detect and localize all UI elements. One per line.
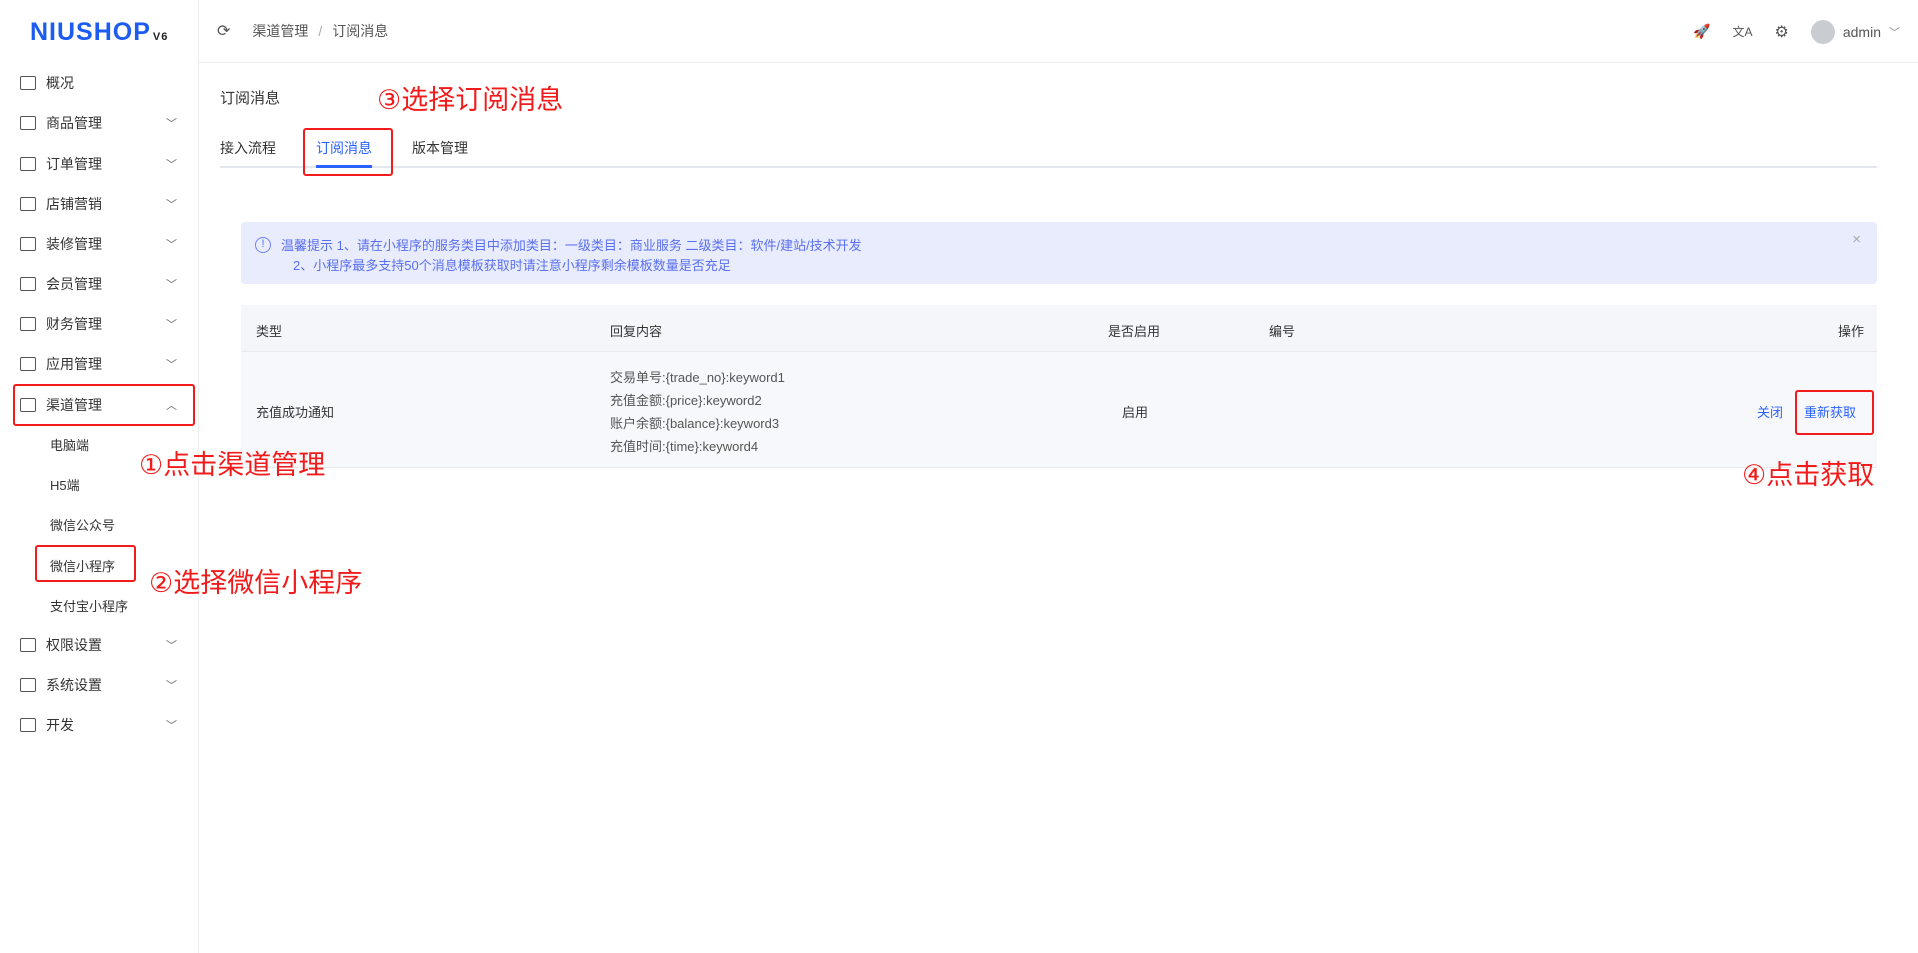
- sidebar-item[interactable]: 系统设置 ﹀: [0, 665, 199, 705]
- user-menu[interactable]: admin ﹀: [1810, 19, 1900, 44]
- username: admin: [1842, 23, 1881, 40]
- sidebar-item[interactable]: 开发 ﹀: [0, 705, 199, 745]
- tabs-divider: [220, 166, 1877, 168]
- chevron-icon: ﹀: [166, 279, 177, 291]
- tip-line-2: 2、小程序最多支持50个消息模板获取时请注意小程序剩余模板数量是否充足: [293, 258, 731, 273]
- annotation-step4: ④点击获取: [1742, 460, 1875, 490]
- sidebar-item-label: 订单管理: [46, 156, 102, 172]
- settings-icon: [20, 678, 36, 692]
- sidebar-item-label: 系统设置: [46, 677, 102, 693]
- annotation-step2: ②选择微信小程序: [149, 568, 363, 598]
- chevron-icon: ﹀: [166, 640, 177, 652]
- sidebar-item-label: 财务管理: [46, 316, 102, 332]
- highlight-wechat-mini: [35, 545, 136, 582]
- goods-icon: [20, 116, 36, 130]
- cell-enabled: 启用: [1122, 405, 1149, 420]
- sidebar-item-label: 商品管理: [46, 115, 102, 131]
- finance-icon: [20, 317, 36, 331]
- sidebar-item[interactable]: 装修管理 ﹀: [0, 224, 199, 264]
- refresh-icon[interactable]: ⟳: [217, 21, 230, 41]
- sidebar-item-label: 概况: [46, 75, 74, 91]
- chevron-icon: ﹀: [166, 359, 177, 371]
- chevron-icon: ﹀: [166, 319, 177, 331]
- sidebar-item[interactable]: 订单管理 ﹀: [0, 144, 199, 184]
- sidebar-subitem[interactable]: 微信公众号: [0, 504, 199, 544]
- chevron-icon: ﹀: [166, 680, 177, 692]
- sidebar-item[interactable]: 财务管理 ﹀: [0, 304, 199, 344]
- table-row: 充值成功通知 交易单号:{trade_no}:keyword1 充值金额:{pr…: [241, 352, 1877, 468]
- sidebar-item[interactable]: 商品管理 ﹀: [0, 103, 199, 143]
- chevron-icon: ﹀: [166, 118, 177, 130]
- chevron-down-icon: ﹀: [1889, 26, 1900, 39]
- breadcrumb-separator: /: [318, 23, 323, 39]
- close-icon[interactable]: ×: [1852, 230, 1861, 250]
- sidebar-item-label: 应用管理: [46, 356, 102, 372]
- tip-alert: ! 温馨提示 1、请在小程序的服务类目中添加类目：一级类目：商业服务 二级类目：…: [241, 222, 1877, 284]
- breadcrumb-current: 订阅消息: [332, 23, 389, 39]
- tab-access-flow[interactable]: 接入流程: [220, 138, 276, 158]
- sidebar-item[interactable]: 概况: [0, 63, 199, 103]
- sidebar-item[interactable]: 应用管理 ﹀: [0, 344, 199, 384]
- decorate-icon: [20, 237, 36, 251]
- develop-icon: [20, 718, 36, 732]
- app-icon: [20, 357, 36, 371]
- header: ⟳ 渠道管理 / 订阅消息 🚀 文A ⚙ admin ﹀: [199, 0, 1918, 63]
- order-icon: [20, 157, 36, 171]
- chart-icon: [20, 76, 36, 90]
- content-line: 账户余额:{balance}:keyword3: [610, 416, 780, 431]
- sidebar-item[interactable]: 权限设置 ﹀: [0, 625, 199, 665]
- translate-icon[interactable]: 文A: [1733, 23, 1753, 40]
- sidebar-item-label: 店铺营销: [46, 196, 102, 212]
- header-number: 编号: [1269, 324, 1296, 339]
- chevron-icon: ﹀: [166, 159, 177, 171]
- permission-icon: [20, 638, 36, 652]
- chevron-icon: ﹀: [166, 239, 177, 251]
- highlight-tab: [303, 128, 393, 176]
- header-enabled: 是否启用: [1108, 324, 1161, 339]
- close-button[interactable]: 关闭: [1757, 402, 1783, 421]
- tab-version[interactable]: 版本管理: [412, 138, 468, 158]
- header-content: 回复内容: [610, 324, 663, 339]
- rocket-icon[interactable]: 🚀: [1693, 23, 1710, 40]
- sidebar-item[interactable]: 店铺营销 ﹀: [0, 184, 199, 224]
- breadcrumb-item[interactable]: 渠道管理: [252, 21, 308, 41]
- highlight-channel: [13, 384, 195, 426]
- sidebar-item-label: 装修管理: [46, 236, 102, 252]
- sidebar-item-label: 开发: [46, 717, 74, 733]
- page-title: 订阅消息: [220, 90, 281, 107]
- content-line: 充值时间:{time}:keyword4: [610, 439, 759, 454]
- sidebar-item-label: 会员管理: [46, 276, 102, 292]
- annotation-step1: ①点击渠道管理: [139, 450, 326, 480]
- header-type: 类型: [256, 324, 283, 339]
- avatar: [1810, 19, 1835, 44]
- table-header: 类型 回复内容 是否启用 编号 操作: [241, 305, 1877, 352]
- content-line: 交易单号:{trade_no}:keyword1: [610, 370, 785, 385]
- chevron-icon: ﹀: [166, 720, 177, 732]
- header-actions: 操作: [1837, 324, 1864, 339]
- sidebar-item-label: 权限设置: [46, 637, 102, 653]
- annotation-step3: ③选择订阅消息: [377, 85, 564, 115]
- cell-type: 充值成功通知: [256, 405, 335, 420]
- member-icon: [20, 277, 36, 291]
- cell-content: 交易单号:{trade_no}:keyword1 充值金额:{price}:ke…: [610, 366, 785, 458]
- tip-line-1: 温馨提示 1、请在小程序的服务类目中添加类目：一级类目：商业服务 二级类目：软件…: [281, 238, 862, 253]
- info-icon: !: [255, 237, 271, 253]
- logo: NIUSHOP V6: [30, 18, 169, 46]
- marketing-icon: [20, 197, 36, 211]
- gear-icon[interactable]: ⚙: [1775, 22, 1789, 42]
- content-line: 充值金额:{price}:keyword2: [610, 393, 762, 408]
- chevron-icon: ﹀: [166, 199, 177, 211]
- sidebar-item[interactable]: 会员管理 ﹀: [0, 264, 199, 304]
- highlight-refetch: [1795, 390, 1874, 435]
